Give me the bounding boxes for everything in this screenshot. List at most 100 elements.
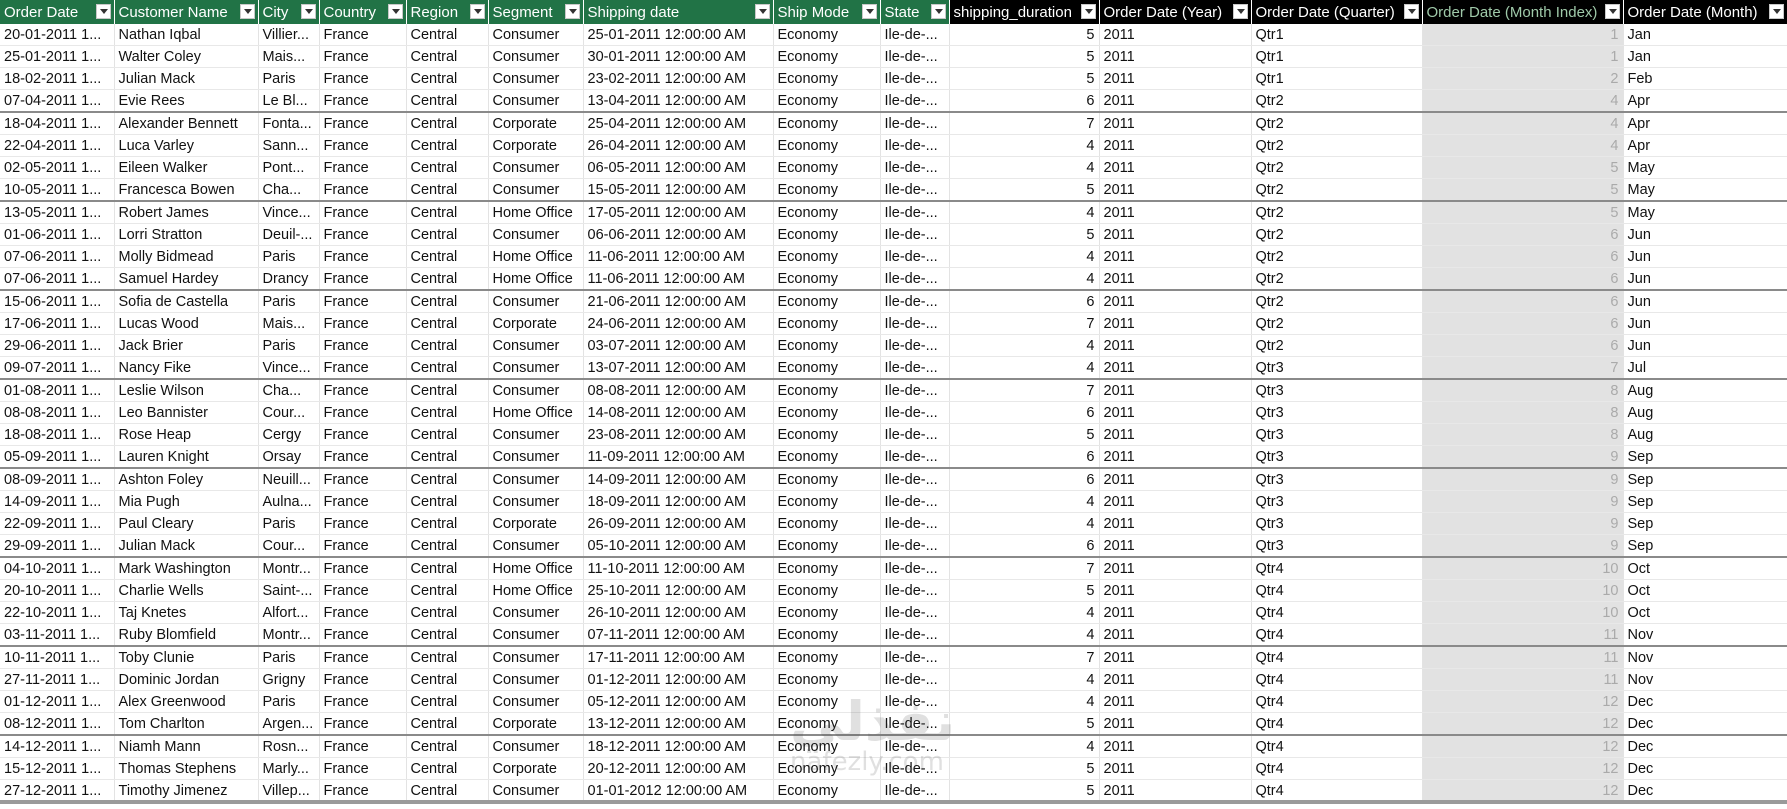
- table-cell[interactable]: Pont...: [258, 156, 320, 179]
- table-cell[interactable]: 30-01-2011 12:00:00 AM: [583, 45, 774, 68]
- table-cell[interactable]: 2011: [1099, 779, 1252, 802]
- table-cell[interactable]: 2011: [1099, 178, 1252, 202]
- table-cell[interactable]: Qtr2: [1251, 178, 1423, 202]
- table-cell[interactable]: Qtr2: [1251, 200, 1423, 224]
- table-cell[interactable]: 2011: [1099, 245, 1252, 268]
- table-cell[interactable]: Ile-de-...: [880, 200, 950, 224]
- table-cell[interactable]: 06-06-2011 12:00:00 AM: [583, 223, 774, 246]
- table-cell[interactable]: 18-08-2011 1...: [0, 423, 115, 446]
- table-cell[interactable]: 2011: [1099, 490, 1252, 513]
- table-cell[interactable]: Economy: [773, 156, 881, 179]
- table-cell[interactable]: 03-11-2011 1...: [0, 623, 115, 647]
- table-cell[interactable]: 15-12-2011 1...: [0, 757, 115, 780]
- table-cell[interactable]: Qtr2: [1251, 156, 1423, 179]
- table-cell[interactable]: 01-06-2011 1...: [0, 223, 115, 246]
- table-cell[interactable]: 05-09-2011 1...: [0, 445, 115, 469]
- table-cell[interactable]: Qtr4: [1251, 601, 1423, 624]
- table-cell[interactable]: Ile-de-...: [880, 490, 950, 513]
- table-cell[interactable]: Qtr3: [1251, 423, 1423, 446]
- table-cell[interactable]: Molly Bidmead: [114, 245, 259, 268]
- table-cell[interactable]: Ile-de-...: [880, 89, 950, 113]
- table-cell[interactable]: Central: [406, 200, 489, 224]
- table-cell[interactable]: France: [319, 734, 407, 758]
- table-cell[interactable]: Qtr2: [1251, 289, 1423, 313]
- table-cell[interactable]: 5: [949, 423, 1100, 446]
- table-cell[interactable]: Home Office: [488, 267, 584, 291]
- table-cell[interactable]: Ile-de-...: [880, 111, 950, 135]
- table-cell[interactable]: Qtr2: [1251, 89, 1423, 113]
- table-cell[interactable]: Economy: [773, 67, 881, 90]
- table-cell[interactable]: 6: [1422, 267, 1624, 291]
- table-cell[interactable]: Economy: [773, 645, 881, 669]
- table-cell[interactable]: Thomas Stephens: [114, 757, 259, 780]
- table-cell[interactable]: 12: [1422, 690, 1624, 713]
- table-cell[interactable]: France: [319, 200, 407, 224]
- table-cell[interactable]: 22-04-2011 1...: [0, 134, 115, 157]
- table-cell[interactable]: 14-09-2011 12:00:00 AM: [583, 467, 774, 491]
- table-cell[interactable]: Economy: [773, 134, 881, 157]
- table-cell[interactable]: Sann...: [258, 134, 320, 157]
- table-cell[interactable]: Nov: [1623, 668, 1787, 691]
- table-cell[interactable]: Leo Bannister: [114, 401, 259, 424]
- table-cell[interactable]: 27-11-2011 1...: [0, 668, 115, 691]
- table-cell[interactable]: 18-12-2011 12:00:00 AM: [583, 734, 774, 758]
- table-cell[interactable]: Central: [406, 134, 489, 157]
- table-cell[interactable]: Ile-de-...: [880, 712, 950, 736]
- filter-dropdown-icon[interactable]: [239, 4, 255, 19]
- table-cell[interactable]: Ile-de-...: [880, 401, 950, 424]
- table-cell[interactable]: 13-12-2011 12:00:00 AM: [583, 712, 774, 736]
- table-cell[interactable]: Ile-de-...: [880, 445, 950, 469]
- table-cell[interactable]: Economy: [773, 579, 881, 602]
- table-cell[interactable]: 5: [949, 24, 1100, 46]
- table-cell[interactable]: Mais...: [258, 312, 320, 335]
- table-cell[interactable]: Central: [406, 490, 489, 513]
- table-cell[interactable]: Saint-...: [258, 579, 320, 602]
- table-cell[interactable]: France: [319, 312, 407, 335]
- table-cell[interactable]: Economy: [773, 334, 881, 357]
- table-cell[interactable]: Orsay: [258, 445, 320, 469]
- table-cell[interactable]: Qtr2: [1251, 134, 1423, 157]
- table-cell[interactable]: Economy: [773, 223, 881, 246]
- table-cell[interactable]: Central: [406, 67, 489, 90]
- table-cell[interactable]: 08-09-2011 1...: [0, 467, 115, 491]
- table-cell[interactable]: Ile-de-...: [880, 45, 950, 68]
- table-cell[interactable]: Sep: [1623, 467, 1787, 491]
- table-cell[interactable]: Cha...: [258, 378, 320, 402]
- table-cell[interactable]: France: [319, 334, 407, 357]
- table-cell[interactable]: Consumer: [488, 445, 584, 469]
- table-cell[interactable]: Corporate: [488, 512, 584, 535]
- table-cell[interactable]: 11-10-2011 12:00:00 AM: [583, 556, 774, 580]
- table-cell[interactable]: May: [1623, 200, 1787, 224]
- table-cell[interactable]: France: [319, 401, 407, 424]
- table-cell[interactable]: France: [319, 24, 407, 46]
- table-cell[interactable]: Ile-de-...: [880, 312, 950, 335]
- table-cell[interactable]: Qtr2: [1251, 267, 1423, 291]
- table-cell[interactable]: Economy: [773, 267, 881, 291]
- table-cell[interactable]: Aulna...: [258, 490, 320, 513]
- table-cell[interactable]: Economy: [773, 89, 881, 113]
- table-cell[interactable]: 2011: [1099, 312, 1252, 335]
- table-cell[interactable]: Economy: [773, 779, 881, 802]
- table-cell[interactable]: Sep: [1623, 512, 1787, 535]
- table-cell[interactable]: Robert James: [114, 200, 259, 224]
- table-cell[interactable]: France: [319, 267, 407, 291]
- table-cell[interactable]: Corporate: [488, 111, 584, 135]
- table-cell[interactable]: Ile-de-...: [880, 423, 950, 446]
- table-cell[interactable]: 02-05-2011 1...: [0, 156, 115, 179]
- table-cell[interactable]: Qtr1: [1251, 24, 1423, 46]
- table-cell[interactable]: 5: [949, 67, 1100, 90]
- table-cell[interactable]: Qtr3: [1251, 401, 1423, 424]
- table-cell[interactable]: Central: [406, 312, 489, 335]
- table-cell[interactable]: Lucas Wood: [114, 312, 259, 335]
- table-cell[interactable]: Consumer: [488, 623, 584, 647]
- table-cell[interactable]: 6: [1422, 245, 1624, 268]
- table-cell[interactable]: Consumer: [488, 645, 584, 669]
- table-cell[interactable]: Qtr1: [1251, 67, 1423, 90]
- table-cell[interactable]: 26-10-2011 12:00:00 AM: [583, 601, 774, 624]
- table-cell[interactable]: 21-06-2011 12:00:00 AM: [583, 289, 774, 313]
- table-cell[interactable]: Consumer: [488, 178, 584, 202]
- table-cell[interactable]: 5: [949, 779, 1100, 802]
- table-cell[interactable]: Central: [406, 556, 489, 580]
- table-cell[interactable]: 2011: [1099, 601, 1252, 624]
- table-cell[interactable]: 17-05-2011 12:00:00 AM: [583, 200, 774, 224]
